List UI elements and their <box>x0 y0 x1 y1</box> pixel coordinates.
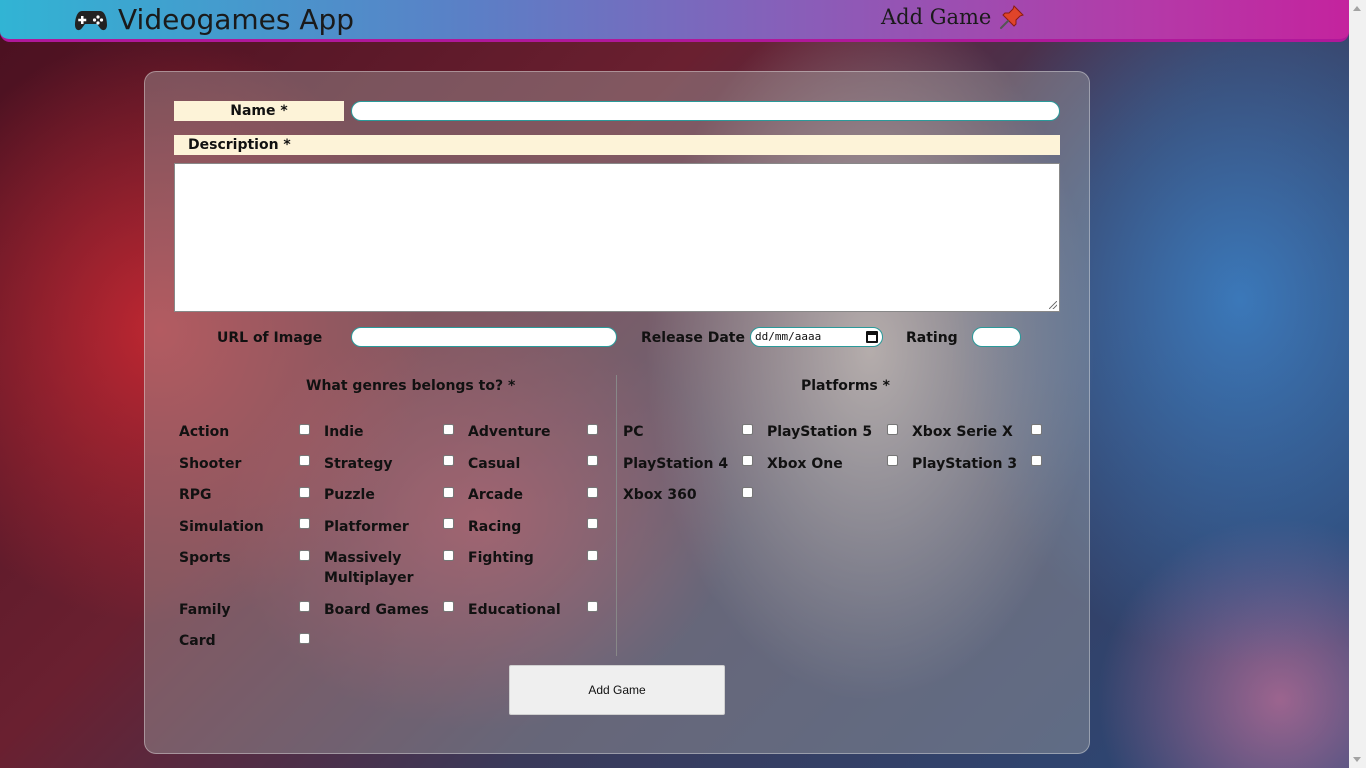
platform-checkbox-xbox-serie-x[interactable] <box>1031 424 1042 435</box>
genre-label-arcade: Arcade <box>468 487 524 503</box>
genre-checkbox-puzzle[interactable] <box>443 487 454 498</box>
genre-checkbox-massively-multiplayer[interactable] <box>443 550 454 561</box>
platform-checkbox-playstation-4[interactable] <box>742 455 753 466</box>
genre-checkbox-sports[interactable] <box>299 550 310 561</box>
brand[interactable]: Videogames App <box>74 3 354 36</box>
genre-label-sports: Sports <box>179 550 231 566</box>
genre-label-simulation: Simulation <box>179 519 264 535</box>
genre-checkbox-strategy[interactable] <box>443 455 454 466</box>
genre-label-board-games: Board Games <box>324 602 429 618</box>
genre-checkbox-shooter[interactable] <box>299 455 310 466</box>
genre-checkbox-racing[interactable] <box>587 518 598 529</box>
platform-checkbox-pc[interactable] <box>742 424 753 435</box>
genre-label-strategy: Strategy <box>324 456 393 472</box>
genre-label-casual: Casual <box>468 456 521 472</box>
description-label: Description * <box>174 135 1060 155</box>
gamepad-icon <box>75 10 107 30</box>
genre-label-card: Card <box>179 633 216 649</box>
name-input[interactable] <box>351 101 1060 121</box>
platform-label-playstation-5: PlayStation 5 <box>767 424 873 440</box>
genre-label-family: Family <box>179 602 231 618</box>
scroll-down-arrow-icon[interactable] <box>1353 757 1361 762</box>
nav-add-game-link[interactable]: Add Game <box>881 4 1025 30</box>
genre-checkbox-arcade[interactable] <box>587 487 598 498</box>
genre-label-fighting: Fighting <box>468 550 534 566</box>
platform-checkbox-xbox-360[interactable] <box>742 487 753 498</box>
platform-label-xbox-360: Xbox 360 <box>623 487 697 503</box>
genre-label-rpg: RPG <box>179 487 212 503</box>
genre-checkbox-platformer[interactable] <box>443 518 454 529</box>
name-label: Name * <box>174 101 344 121</box>
genre-checkbox-educational[interactable] <box>587 601 598 612</box>
top-navbar: Videogames App Add Game <box>0 0 1349 42</box>
platform-label-pc: PC <box>623 424 644 440</box>
release-date-input[interactable]: dd/mm/aaaa <box>750 327 883 347</box>
genres-title: What genres belongs to? * <box>306 378 516 394</box>
genre-checkbox-action[interactable] <box>299 424 310 435</box>
add-game-button[interactable]: Add Game <box>509 665 725 715</box>
page-scrollbar[interactable] <box>1349 0 1366 768</box>
platform-label-playstation-3: PlayStation 3 <box>912 456 1018 472</box>
release-date-placeholder: dd/mm/aaaa <box>755 330 822 343</box>
nav-add-game-label: Add Game <box>881 5 992 29</box>
genre-checkbox-rpg[interactable] <box>299 487 310 498</box>
add-game-button-label: Add Game <box>588 683 646 697</box>
description-textarea[interactable] <box>174 163 1060 312</box>
platform-checkbox-playstation-3[interactable] <box>1031 455 1042 466</box>
genre-label-massively-multiplayer: Massively Multiplayer <box>324 550 414 586</box>
genre-checkbox-adventure[interactable] <box>587 424 598 435</box>
genre-checkbox-indie[interactable] <box>443 424 454 435</box>
genre-checkbox-fighting[interactable] <box>587 550 598 561</box>
genre-checkbox-casual[interactable] <box>587 455 598 466</box>
section-divider <box>616 375 617 656</box>
genre-label-action: Action <box>179 424 230 440</box>
genre-label-educational: Educational <box>468 602 561 618</box>
release-date-label: Release Date <box>641 330 745 346</box>
platforms-title: Platforms * <box>801 378 890 394</box>
platform-checkbox-playstation-5[interactable] <box>887 424 898 435</box>
genre-label-puzzle: Puzzle <box>324 487 375 503</box>
rating-input[interactable] <box>972 327 1021 347</box>
genre-label-shooter: Shooter <box>179 456 242 472</box>
genre-label-platformer: Platformer <box>324 519 409 535</box>
genre-checkbox-family[interactable] <box>299 601 310 612</box>
platform-label-xbox-serie-x: Xbox Serie X <box>912 424 1013 440</box>
scroll-up-arrow-icon[interactable] <box>1353 6 1361 11</box>
platform-label-xbox-one: Xbox One <box>767 456 843 472</box>
platform-label-playstation-4: PlayStation 4 <box>623 456 729 472</box>
calendar-icon[interactable] <box>866 331 878 343</box>
brand-title: Videogames App <box>118 3 355 36</box>
genre-checkbox-simulation[interactable] <box>299 518 310 529</box>
url-input[interactable] <box>351 327 617 347</box>
url-label: URL of Image <box>217 330 323 346</box>
genre-label-racing: Racing <box>468 519 522 535</box>
rating-label: Rating <box>906 330 958 346</box>
genre-label-adventure: Adventure <box>468 424 551 440</box>
platform-checkbox-xbox-one[interactable] <box>887 455 898 466</box>
resize-handle-icon[interactable] <box>1049 301 1057 309</box>
pushpin-icon <box>1000 5 1025 29</box>
genre-label-indie: Indie <box>324 424 364 440</box>
genre-checkbox-card[interactable] <box>299 633 310 644</box>
genre-checkbox-board-games[interactable] <box>443 601 454 612</box>
